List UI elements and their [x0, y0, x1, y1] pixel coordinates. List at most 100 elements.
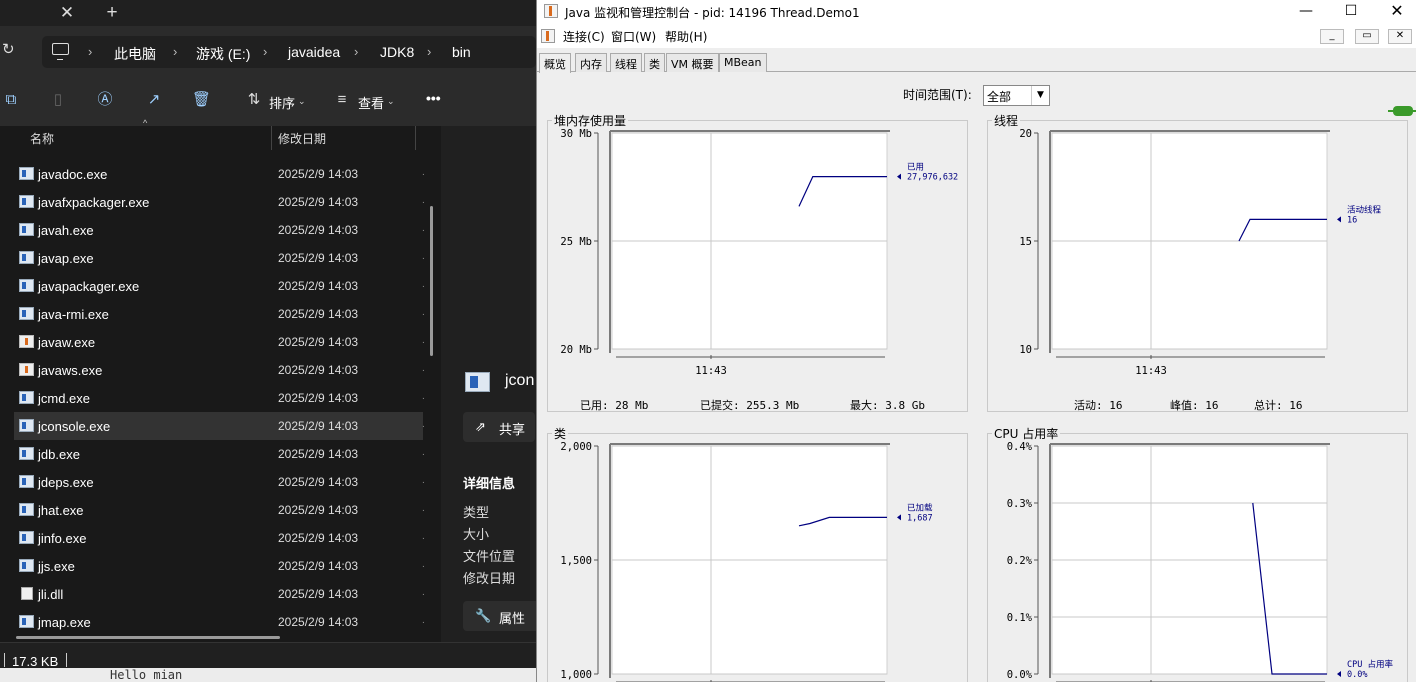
tab-overview[interactable]: 概览 [539, 53, 571, 73]
properties-button[interactable]: 🔧 属性 [463, 601, 543, 631]
file-row[interactable]: jconsole.exe 2025/2/9 14:03. [14, 412, 425, 440]
file-row[interactable]: javadoc.exe 2025/2/9 14:03. [14, 160, 425, 188]
file-row[interactable]: jinfo.exe 2025/2/9 14:03. [14, 524, 425, 552]
tab-threads[interactable]: 线程 [610, 53, 642, 72]
breadcrumb-bin[interactable]: bin [452, 44, 471, 60]
threads-chart: 20 15 10 11:43 活动线程16 [1019, 128, 1381, 377]
heap-max-stat: 最大: 3.8 Gb [850, 399, 925, 412]
file-modified-date: 2025/2/9 14:03 [278, 475, 359, 489]
time-range-value: 全部 [987, 90, 1012, 104]
file-row[interactable]: jmap.exe 2025/2/9 14:03. [14, 608, 425, 636]
share-button[interactable]: ⇗ 共享 [463, 412, 535, 442]
tab-classes[interactable]: 类 [644, 53, 665, 72]
truncated-column-marker: . [422, 363, 425, 374]
status-divider [66, 653, 67, 667]
tab-mbean[interactable]: MBean [719, 53, 767, 72]
exe-file-icon [19, 475, 34, 488]
inner-close-icon[interactable]: ✕ [1388, 29, 1412, 44]
rename-icon[interactable]: Ⓐ [96, 91, 114, 109]
sort-icon[interactable]: ⇅ [245, 91, 263, 109]
chevron-right-icon: › [173, 44, 178, 59]
address-bar[interactable]: › 此电脑 › 游戏 (E:) › javaidea › JDK8 › bin [42, 36, 536, 68]
series-marker [897, 514, 901, 521]
minimize-icon[interactable]: — [1283, 0, 1329, 24]
threads-peak-stat: 峰值: 16 [1170, 399, 1219, 412]
file-row[interactable]: jli.dll 2025/2/9 14:03. [14, 580, 425, 608]
sort-button[interactable]: 排序 [269, 93, 295, 112]
time-range-label: 时间范围(T): [903, 88, 972, 102]
inner-restore-icon[interactable]: ▭ [1355, 29, 1379, 44]
delete-icon[interactable]: 🗑 [192, 91, 211, 109]
close-tab-icon[interactable]: ✕ [56, 2, 78, 24]
menu-window[interactable]: 窗口(W) [611, 28, 656, 45]
column-date[interactable]: 修改日期 [278, 130, 326, 147]
column-divider[interactable] [415, 126, 416, 150]
column-divider[interactable] [271, 126, 272, 150]
inner-minimize-icon[interactable]: _ [1320, 29, 1344, 44]
refresh-icon[interactable]: ↻ [2, 40, 15, 58]
file-row[interactable]: javap.exe 2025/2/9 14:03. [14, 244, 425, 272]
detail-label-modified: 修改日期 [463, 571, 516, 586]
breadcrumb-drive[interactable]: 游戏 (E:) [196, 44, 250, 64]
file-row[interactable]: javaw.exe 2025/2/9 14:03. [14, 328, 425, 356]
classes-panel: 类 2,000 1,500 1,000 已加载 1,687 [547, 425, 968, 682]
file-row[interactable]: javafxpackager.exe 2025/2/9 14:03. [14, 188, 425, 216]
truncated-column-marker: . [422, 167, 425, 178]
exe-file-icon [19, 195, 34, 208]
vertical-scrollbar[interactable] [430, 206, 433, 356]
java-exe-icon [19, 363, 34, 376]
file-modified-date: 2025/2/9 14:03 [278, 503, 359, 517]
series-name-label: 已加载 [907, 502, 933, 513]
column-name[interactable]: 名称 [30, 130, 54, 147]
file-name: jconsole.exe [38, 419, 111, 434]
file-name: javap.exe [38, 251, 94, 266]
maximize-icon[interactable]: ☐ [1328, 0, 1374, 24]
file-row[interactable]: javaws.exe 2025/2/9 14:03. [14, 356, 425, 384]
file-row[interactable]: jjs.exe 2025/2/9 14:03. [14, 552, 425, 580]
file-modified-date: 2025/2/9 14:03 [278, 279, 359, 293]
menu-help[interactable]: 帮助(H) [665, 28, 707, 45]
time-range-select[interactable]: 全部 ▼ [983, 85, 1050, 106]
file-row[interactable]: java-rmi.exe 2025/2/9 14:03. [14, 300, 425, 328]
copy-icon[interactable]: ⧉ [2, 91, 20, 109]
selection-size: 17.3 KB [12, 654, 59, 669]
series-name-label: CPU 占用率 [1347, 659, 1393, 670]
background-window-strip: Hello mian [0, 668, 536, 682]
view-icon[interactable]: ≡ [333, 91, 351, 109]
view-button[interactable]: 查看 [358, 93, 384, 112]
file-row[interactable]: javapackager.exe 2025/2/9 14:03. [14, 272, 425, 300]
tab-memory[interactable]: 内存 [575, 53, 607, 72]
file-name: javaw.exe [38, 335, 96, 350]
exe-file-icon [19, 223, 34, 236]
file-row[interactable]: jhat.exe 2025/2/9 14:03. [14, 496, 425, 524]
file-row[interactable]: jcmd.exe 2025/2/9 14:03. [14, 384, 425, 412]
file-name: javah.exe [38, 223, 94, 238]
new-tab-icon[interactable]: + [101, 2, 123, 24]
share-icon[interactable]: ↗ [145, 91, 163, 109]
title-bar[interactable]: Java 监视和管理控制台 - pid: 14196 Thread.Demo1 … [537, 0, 1416, 24]
x-tick-label: 11:43 [695, 365, 727, 377]
y-tick-label: 20 [1019, 128, 1032, 140]
breadcrumb-javaidea[interactable]: javaidea [288, 44, 340, 60]
file-row[interactable]: javah.exe 2025/2/9 14:03. [14, 216, 425, 244]
breadcrumb-jdk8[interactable]: JDK8 [380, 44, 414, 60]
exe-file-icon [465, 372, 490, 392]
tab-bar: 概览 内存 线程 类 VM 概要 MBean [537, 50, 1416, 116]
paste-icon[interactable]: ▯ [49, 91, 67, 109]
close-icon[interactable]: ✕ [1374, 0, 1416, 24]
more-options-button[interactable]: ••• [426, 90, 441, 106]
file-row[interactable]: jdeps.exe 2025/2/9 14:03. [14, 468, 425, 496]
breadcrumb-this-pc[interactable]: 此电脑 [114, 44, 156, 64]
tab-vm-summary[interactable]: VM 概要 [666, 53, 719, 72]
heap-memory-panel: 堆内存使用量 30 Mb 25 Mb 20 Mb 11:43 已用 27,976,632 … [547, 112, 968, 412]
file-modified-date: 2025/2/9 14:03 [278, 419, 359, 433]
file-modified-date: 2025/2/9 14:03 [278, 587, 359, 601]
file-row[interactable]: jdb.exe 2025/2/9 14:03. [14, 440, 425, 468]
truncated-column-marker: . [422, 251, 425, 262]
address-row: ↻ › 此电脑 › 游戏 (E:) › javaidea › JDK8 › bi… [0, 26, 536, 76]
chevron-right-icon: › [88, 44, 93, 59]
sort-ascending-icon: ^ [143, 118, 148, 128]
dll-file-icon [21, 587, 33, 600]
horizontal-scrollbar[interactable] [16, 636, 280, 639]
menu-connection[interactable]: 连接(C) [563, 28, 605, 45]
